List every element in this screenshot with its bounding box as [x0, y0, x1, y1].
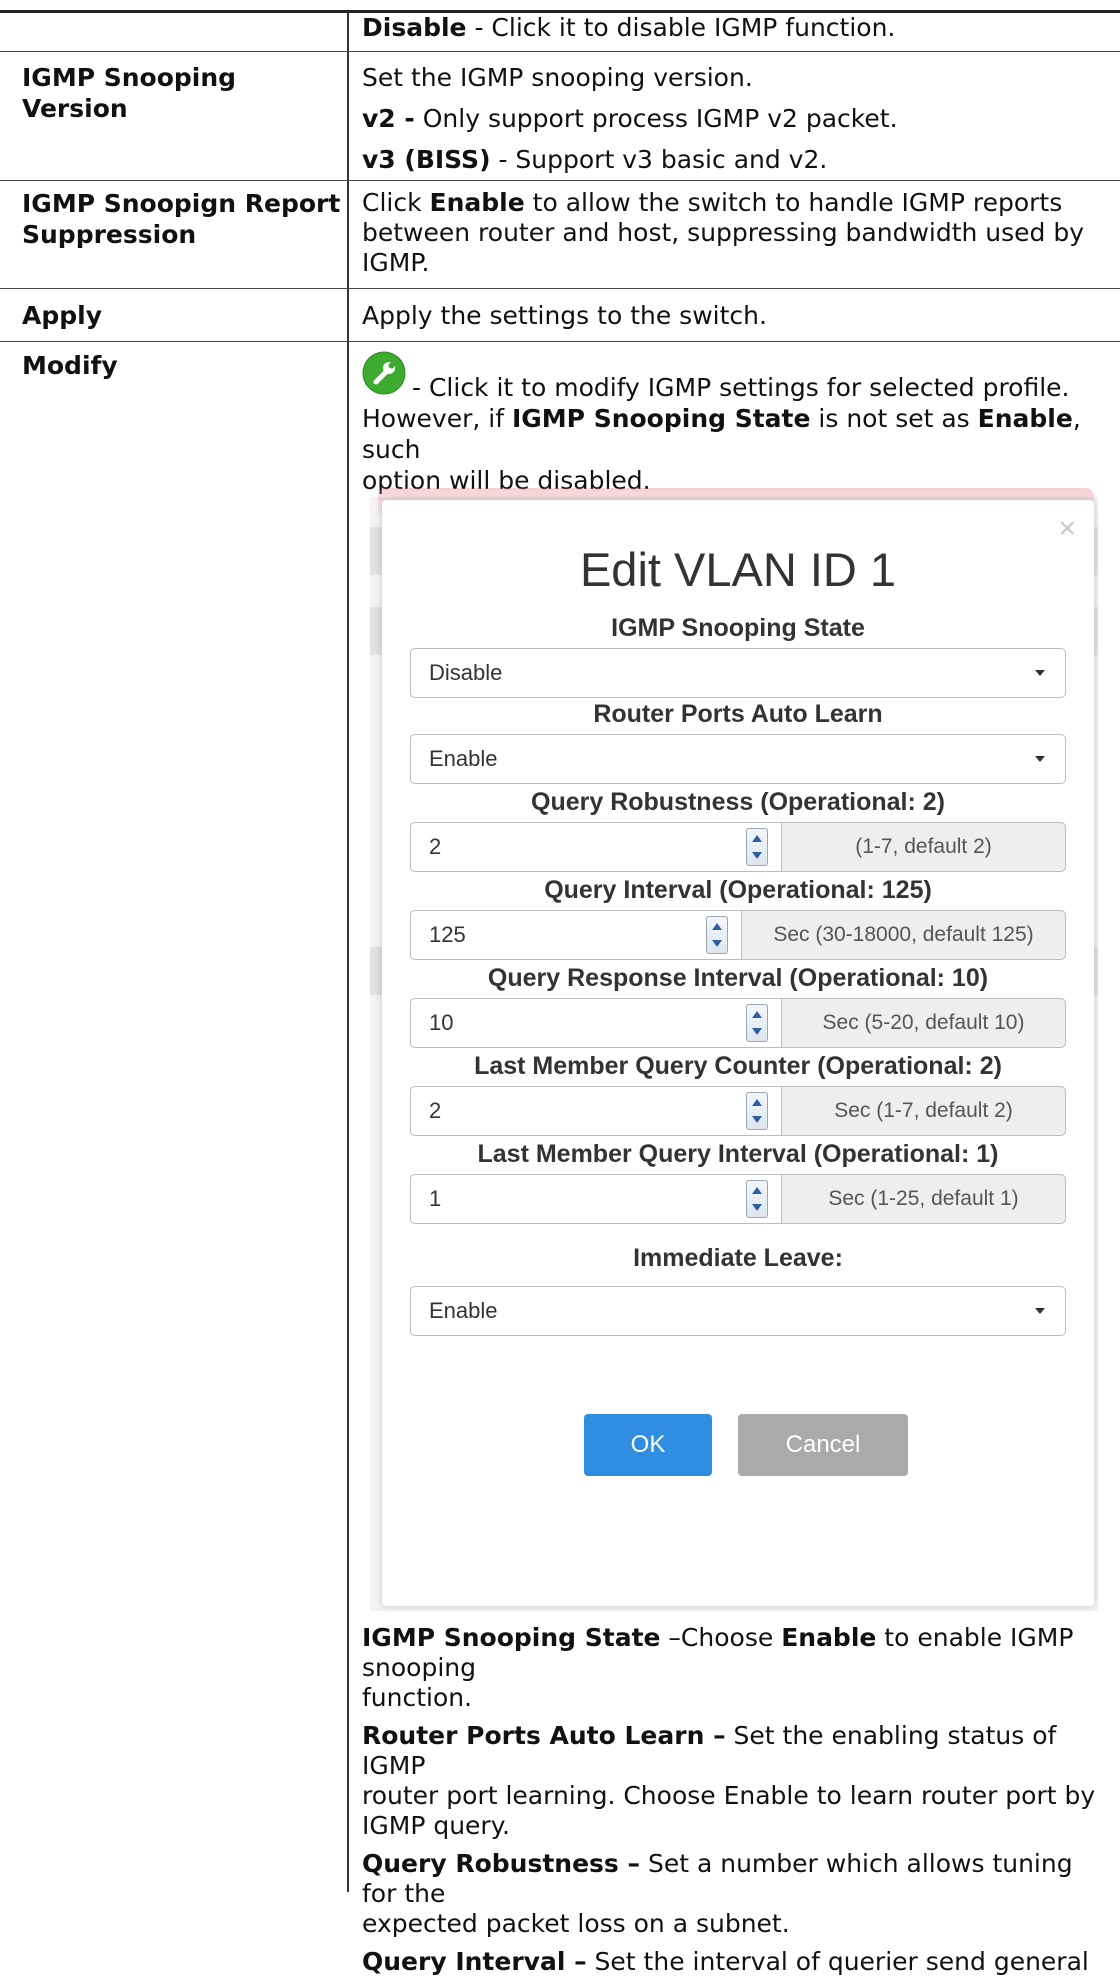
lmq-counter-input[interactable]: 2: [410, 1086, 782, 1136]
note-state-mid: –Choose: [660, 1623, 782, 1652]
lmq-interval-label: Last Member Query Interval (Operational:…: [477, 1140, 999, 1168]
robustness-label: Query Robustness (Operational: 2): [531, 788, 945, 816]
row-divider: [0, 51, 1120, 52]
document-page: Disable - Click it to disable IGMP funct…: [0, 0, 1120, 1976]
state-select[interactable]: Disable: [410, 648, 1066, 698]
leave-select[interactable]: Enable: [410, 1286, 1066, 1336]
leave-value: Enable: [429, 1298, 498, 1323]
robustness-input[interactable]: 2: [410, 822, 782, 872]
interval-input[interactable]: 125: [410, 910, 742, 960]
row-divider: [0, 341, 1120, 342]
spinner-arrows-icon[interactable]: [746, 1180, 768, 1218]
modify-label: Modify: [22, 351, 118, 380]
response-stepper[interactable]: 10 Sec (5-20, default 10): [410, 998, 1066, 1048]
lmq-interval-hint: Sec (1-25, default 1): [781, 1174, 1066, 1224]
note-state-term2: Enable: [781, 1623, 877, 1652]
disable-term: Disable: [362, 13, 467, 42]
note-robust-term: Query Robustness –: [362, 1849, 641, 1878]
suppression-label-line2: Suppression: [22, 220, 197, 249]
lmq-interval-input[interactable]: 1: [410, 1174, 782, 1224]
version-description: Set the IGMP snooping version. v2 - Only…: [362, 62, 1107, 175]
modify-l2-term1: IGMP Snooping State: [511, 404, 811, 433]
note-interval-text: Set the interval of querier send general: [586, 1947, 1089, 1976]
suppression-line3: IGMP.: [362, 248, 430, 277]
interval-hint: Sec (30-18000, default 125): [741, 910, 1066, 960]
response-input[interactable]: 10: [410, 998, 782, 1048]
modify-notes: IGMP Snooping State –Choose Enable to en…: [362, 1623, 1107, 1977]
apply-description: Apply the settings to the switch.: [362, 301, 767, 330]
robustness-stepper[interactable]: 2 (1-7, default 2): [410, 822, 1066, 872]
version-label: IGMP Snooping Version: [22, 63, 237, 123]
note-autolearn-term: Router Ports Auto Learn –: [362, 1721, 726, 1750]
v2-text: Only support process IGMP v2 packet.: [414, 104, 898, 133]
robustness-hint: (1-7, default 2): [781, 822, 1066, 872]
lmq-interval-stepper[interactable]: 1 Sec (1-25, default 1): [410, 1174, 1066, 1224]
state-value: Disable: [429, 660, 503, 685]
row-divider: [0, 288, 1120, 289]
chevron-down-icon: [1035, 1308, 1045, 1314]
ok-button[interactable]: OK: [584, 1414, 712, 1476]
suppression-line2: between router and host, suppressing ban…: [362, 218, 1085, 247]
modify-l2-pre: However, if: [362, 404, 512, 433]
response-hint: Sec (5-20, default 10): [781, 998, 1066, 1048]
leave-label: Immediate Leave:: [633, 1244, 843, 1272]
disable-description: Disable - Click it to disable IGMP funct…: [362, 12, 1107, 43]
v2-term: v2 -: [362, 104, 415, 133]
column-divider: [347, 12, 349, 1892]
autolearn-value: Enable: [429, 746, 498, 771]
chevron-down-icon: [1035, 756, 1045, 762]
state-label: IGMP Snooping State: [611, 614, 865, 642]
interval-label: Query Interval (Operational: 125): [544, 876, 932, 904]
modal-title: Edit VLAN ID 1: [579, 543, 897, 596]
v3-text: - Support v3 basic and v2.: [490, 145, 828, 174]
note-autolearn-line3: IGMP query.: [362, 1811, 510, 1840]
note-state-line2: function.: [362, 1683, 473, 1712]
modify-description: - Click it to modify IGMP settings for s…: [362, 372, 1107, 496]
suppression-pre: Click: [362, 188, 430, 217]
lmq-counter-label: Last Member Query Counter (Operational: …: [474, 1052, 1002, 1080]
edit-vlan-modal: × Edit VLAN ID 1 IGMP Snooping State Dis…: [382, 500, 1094, 1606]
disable-text: - Click it to disable IGMP function.: [466, 13, 896, 42]
note-interval-term: Query Interval –: [362, 1947, 587, 1976]
interval-stepper[interactable]: 125 Sec (30-18000, default 125): [410, 910, 1066, 960]
suppression-term: Enable: [429, 188, 525, 217]
row-divider: [0, 180, 1120, 181]
version-line1: Set the IGMP snooping version.: [362, 63, 753, 92]
lmq-counter-hint: Sec (1-7, default 2): [781, 1086, 1066, 1136]
suppression-description: Click Enable to allow the switch to hand…: [362, 188, 1107, 278]
autolearn-select[interactable]: Enable: [410, 734, 1066, 784]
suppression-label-line1: IGMP Snoopign Report: [22, 189, 341, 218]
note-state-term: IGMP Snooping State: [362, 1623, 661, 1652]
cancel-button[interactable]: Cancel: [738, 1414, 908, 1476]
apply-label: Apply: [22, 301, 103, 330]
note-autolearn-line2: router port learning. Choose Enable to l…: [362, 1781, 1096, 1810]
response-label: Query Response Interval (Operational: 10…: [487, 964, 989, 992]
spinner-arrows-icon[interactable]: [746, 1092, 768, 1130]
modify-l2-term2: Enable: [977, 404, 1073, 433]
autolearn-label: Router Ports Auto Learn: [593, 700, 883, 728]
spinner-arrows-icon[interactable]: [746, 1004, 768, 1042]
note-robust-line2: expected packet loss on a subnet.: [362, 1909, 790, 1938]
spinner-arrows-icon[interactable]: [706, 916, 728, 954]
modify-l2-mid: is not set as: [810, 404, 978, 433]
suppression-post1: to allow the switch to handle IGMP repor…: [524, 188, 1063, 217]
spinner-arrows-icon[interactable]: [746, 828, 768, 866]
close-icon[interactable]: ×: [1058, 514, 1076, 544]
v3-term: v3 (BISS): [362, 145, 491, 174]
lmq-counter-stepper[interactable]: 2 Sec (1-7, default 2): [410, 1086, 1066, 1136]
modify-line1: - Click it to modify IGMP settings for s…: [412, 373, 1070, 402]
suppression-label: IGMP Snoopign Report Suppression: [22, 188, 342, 250]
chevron-down-icon: [1035, 670, 1045, 676]
